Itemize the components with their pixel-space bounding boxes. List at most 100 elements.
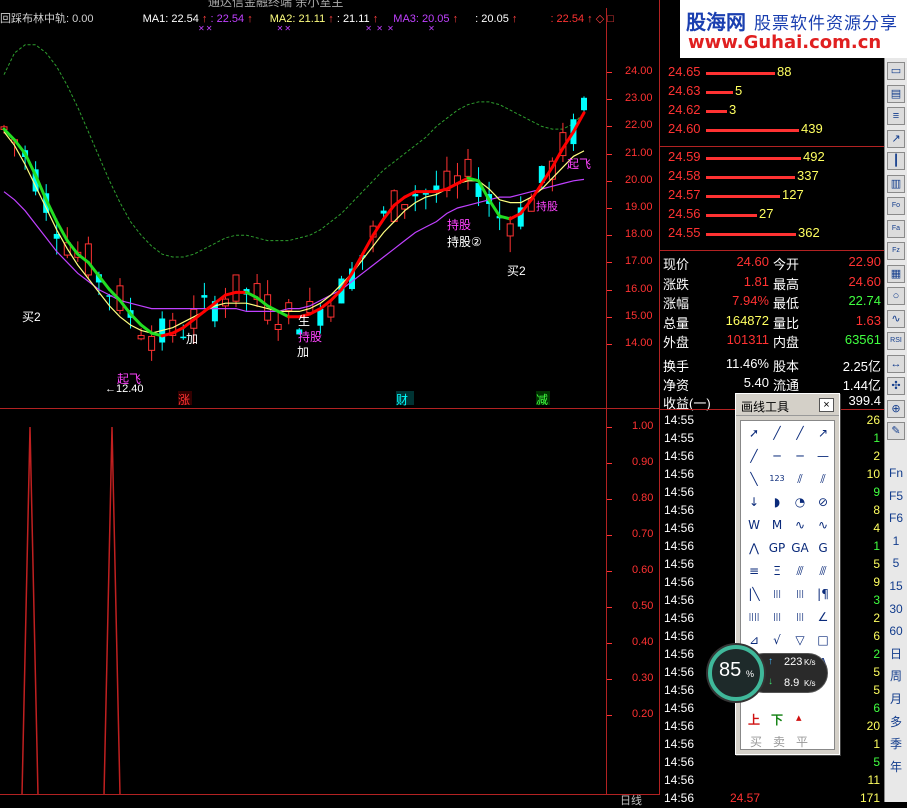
ellipse-icon[interactable]: ⊘ [813, 492, 833, 512]
trade-volume: 9 [873, 485, 880, 499]
trade-row[interactable]: 14:56 11 [660, 772, 882, 790]
doc-icon[interactable]: ▤ [887, 84, 905, 103]
ask-row[interactable]: 24.62 3 [668, 102, 882, 120]
cycle-icon[interactable]: |╲ [744, 584, 764, 604]
arc-icon[interactable]: ◗ [767, 492, 787, 512]
event-cai[interactable]: 财 [396, 391, 414, 407]
bid-row[interactable]: 24.55 362 [668, 225, 882, 243]
ask-row[interactable]: 24.63 5 [668, 83, 882, 101]
trade-time: 14:56 [664, 503, 695, 517]
draw-tools-close-button[interactable]: × [819, 398, 834, 412]
hray-icon[interactable]: ─ [790, 446, 810, 466]
fib-lines-icon[interactable]: ≡ [744, 561, 764, 581]
tool-buy[interactable]: 买 [750, 733, 762, 750]
candles-icon[interactable]: ┃ [887, 152, 905, 170]
tool-updown-icon[interactable]: ▴ [796, 711, 802, 724]
bid-row[interactable]: 24.57 127 [668, 187, 882, 205]
move-icon[interactable]: ✣ [887, 377, 905, 395]
fib-text-icon[interactable]: Ξ [767, 561, 787, 581]
indicator-panel[interactable] [0, 408, 607, 795]
list-icon[interactable]: ≡ [887, 107, 905, 125]
speed-icon[interactable]: ⫻ [790, 561, 810, 581]
pencil-icon[interactable]: ✎ [887, 422, 905, 440]
cursor-icon[interactable]: ➚ [744, 423, 764, 443]
trade-row[interactable]: 14:56 24.57 171 [660, 790, 882, 802]
grid-icon[interactable]: ▦ [887, 264, 905, 283]
bar-icon[interactable]: ▥ [887, 174, 905, 193]
toolbar-button-11[interactable]: 多 [887, 713, 905, 732]
bars2-icon[interactable]: ||| [767, 607, 787, 627]
watermark-url: www.Guhai.com.cn [688, 32, 882, 53]
arrow-line-icon[interactable]: ↗ [813, 423, 833, 443]
hline-icon[interactable]: ─ [767, 446, 787, 466]
trade-row[interactable]: 14:56 5 [660, 754, 882, 772]
chart-icon[interactable]: ▭ [887, 62, 905, 80]
circle-icon[interactable]: ○ [887, 287, 905, 305]
m-pattern-icon[interactable]: M [767, 515, 787, 535]
fa-icon[interactable]: Fa [887, 219, 905, 238]
tool-up-arrow[interactable]: 上 [748, 711, 760, 728]
text-123-icon[interactable]: 123 [767, 469, 787, 489]
trend-angle-icon[interactable]: ∠ [813, 607, 833, 627]
network-widget[interactable]: 85 % ↑ 223 K/s ↓ 8.9 K/s [708, 645, 828, 701]
ask-row[interactable]: 24.60 439 [668, 121, 882, 139]
toolbar-button-2[interactable]: F6 [887, 509, 905, 528]
toolbar-button-3[interactable]: 1 [887, 532, 905, 551]
rsi-icon[interactable]: RSI [887, 332, 905, 350]
period-icon[interactable]: ||| [767, 584, 787, 604]
event-jian[interactable]: 减 [536, 391, 550, 407]
tool-down-arrow[interactable]: 下 [771, 711, 783, 728]
bars3-icon[interactable]: ||| [790, 607, 810, 627]
bid-row[interactable]: 24.59 492 [668, 149, 882, 167]
toolbar-button-9[interactable]: 周 [887, 667, 905, 686]
event-zhang[interactable]: 涨 [178, 391, 192, 407]
wave-tool-icon[interactable]: ∿ [813, 515, 833, 535]
gp-icon[interactable]: GP [767, 538, 787, 558]
hseg-icon[interactable]: — [813, 446, 833, 466]
segment-icon[interactable]: ╱ [744, 446, 764, 466]
q-icon[interactable]: |¶ [813, 584, 833, 604]
trade-time: 14:55 [664, 413, 695, 427]
channel-icon[interactable]: ⫽ [813, 469, 833, 489]
toolbar-button-0[interactable]: Fn [887, 464, 905, 483]
fan-icon[interactable]: ⋀ [744, 538, 764, 558]
g-icon[interactable]: G [813, 538, 833, 558]
ask-row[interactable]: 24.65 88 [668, 64, 882, 82]
tool-flat[interactable]: 平 [796, 733, 808, 750]
point-icon[interactable]: ↓ [744, 492, 764, 512]
gann-icon[interactable]: ⫻ [813, 561, 833, 581]
fz-icon[interactable]: Fz [887, 242, 905, 260]
zigzag-icon[interactable]: ∿ [790, 515, 810, 535]
cycles2-icon[interactable]: ||| [790, 584, 810, 604]
wave-icon[interactable]: ∿ [887, 309, 905, 328]
toolbar-button-6[interactable]: 30 [887, 600, 905, 619]
trend-icon[interactable]: ↗ [887, 129, 905, 148]
zoom-icon[interactable]: ⊕ [887, 399, 905, 418]
bid-row[interactable]: 24.58 337 [668, 168, 882, 186]
toolbar-button-13[interactable]: 年 [887, 758, 905, 777]
arrow-icon[interactable]: ↔ [887, 354, 905, 373]
fundamentals-icon[interactable]: Fo [887, 197, 905, 215]
toolbar-button-5[interactable]: 15 [887, 577, 905, 596]
bars-icon[interactable]: |||| [744, 607, 764, 627]
w-pattern-icon[interactable]: W [744, 515, 764, 535]
line-icon[interactable]: ╱ [767, 423, 787, 443]
quote-label-inner: 内盘 [773, 335, 800, 350]
toolbar-button-7[interactable]: 60 [887, 622, 905, 641]
toolbar-button-10[interactable]: 月 [887, 690, 905, 709]
vline-icon[interactable]: ╲ [744, 469, 764, 489]
ray-icon[interactable]: ╱ [790, 423, 810, 443]
toolbar-button-12[interactable]: 季 [887, 735, 905, 754]
draw-tools-titlebar[interactable]: 画线工具 × [736, 394, 839, 416]
bid-row[interactable]: 24.56 27 [668, 206, 882, 224]
toolbar-button-4[interactable]: 5 [887, 554, 905, 573]
ga-icon[interactable]: GA [790, 538, 810, 558]
toolbar-button-8[interactable]: 日 [887, 645, 905, 664]
circle-tool-icon[interactable]: ◔ [790, 492, 810, 512]
trade-time: 14:56 [664, 665, 695, 679]
parallel-icon[interactable]: ⫽ [790, 469, 810, 489]
x-mark-icon: ✕✕ [198, 24, 214, 33]
tool-sell[interactable]: 卖 [773, 733, 785, 750]
candle-body [506, 223, 514, 237]
toolbar-button-1[interactable]: F5 [887, 487, 905, 506]
